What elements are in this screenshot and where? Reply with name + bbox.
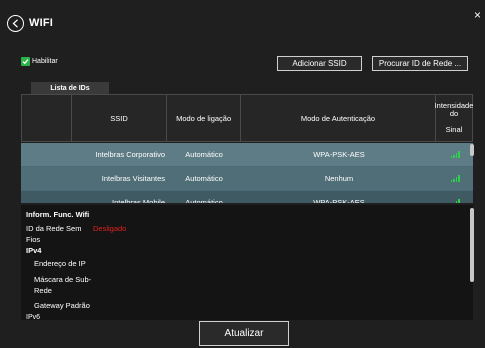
row-mode: Automático [185, 174, 223, 183]
row-ssid: Intelbras Visitantes [101, 174, 165, 183]
table-row[interactable]: Intelbras Corporativo Automático WPA-PSK… [21, 143, 473, 167]
table-row[interactable]: Intelbras Mobile Automático WPA-PSK-AES [21, 191, 473, 203]
info-scrollbar-thumb[interactable] [470, 208, 474, 282]
row-ssid: Intelbras Corporativo [95, 150, 165, 159]
column-header-auth[interactable]: Modo de Autenticação [241, 95, 436, 141]
ssid-table-body: Intelbras Corporativo Automático WPA-PSK… [21, 143, 473, 203]
ssid-table-header: SSID Modo de ligação Modo de Autenticaçã… [21, 94, 473, 142]
row-ssid: Intelbras Mobile [112, 198, 165, 203]
network-id-label-cont: Fios [26, 235, 41, 244]
enable-wifi-label: Habilitar [32, 58, 58, 65]
table-scrollbar-thumb[interactable] [470, 144, 474, 156]
back-button[interactable] [7, 14, 24, 32]
row-auth: WPA-PSK-AES [313, 198, 365, 203]
subnet-mask-label-cont: Rede [34, 286, 52, 295]
column-header-mode[interactable]: Modo de ligação [167, 95, 241, 141]
row-mode: Automático [185, 150, 223, 159]
network-status-value: Desligado [93, 224, 127, 233]
ipv6-heading: IPv6 [26, 314, 41, 320]
title-bar: WIFI [7, 10, 53, 36]
row-auth: Nenhum [324, 174, 354, 183]
enable-wifi-toggle[interactable]: Habilitar [21, 57, 58, 66]
search-network-id-button[interactable]: Procurar ID de Rede ... [372, 56, 468, 71]
close-icon[interactable]: × [474, 9, 484, 21]
column-header-signal[interactable]: Intensidade do Sinal [434, 95, 474, 141]
column-header-signal-line1: Intensidade do [434, 100, 474, 119]
table-row[interactable]: Intelbras Visitantes Automático Nenhum [21, 167, 473, 191]
tab-id-list[interactable]: Lista de IDs [31, 82, 109, 94]
column-header-ssid[interactable]: SSID [72, 95, 168, 141]
ip-address-label: Endereço de IP [34, 259, 86, 268]
network-id-label: ID da Rede Sem [26, 224, 82, 233]
check-icon [22, 59, 29, 65]
column-header-signal-line2: Sinal [445, 124, 463, 134]
signal-strength-icon [450, 151, 460, 158]
enable-wifi-checkbox[interactable] [21, 57, 30, 66]
update-button[interactable]: Atualizar [199, 321, 289, 346]
page-title: WIFI [29, 17, 54, 29]
row-auth: WPA-PSK-AES [313, 150, 365, 159]
info-section-title: Inform. Func. Wifi [26, 210, 90, 219]
chevron-left-icon [12, 18, 18, 28]
add-ssid-button[interactable]: Adicionar SSID [277, 56, 362, 71]
ipv4-heading: IPv4 [26, 246, 42, 255]
subnet-mask-label: Máscara de Sub- [34, 275, 92, 284]
signal-strength-icon [450, 175, 460, 182]
column-header-blank [22, 95, 72, 141]
signal-strength-icon [451, 199, 460, 203]
gateway-label: Gateway Padrão [34, 301, 90, 310]
row-mode: Automático [185, 198, 223, 203]
